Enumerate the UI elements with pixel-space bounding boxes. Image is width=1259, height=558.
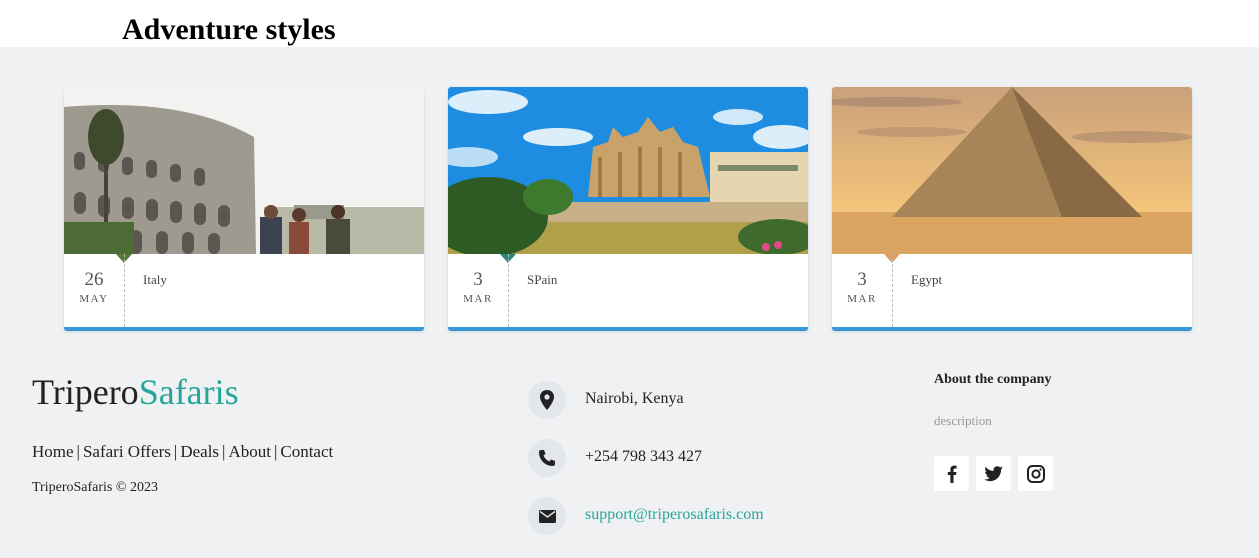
contact-address-text: Nairobi, Kenya [585,390,684,407]
colosseum-photo [64,87,424,254]
card-location: SPain [527,272,558,287]
footer-link-separator: | [173,442,178,461]
card-date-month: MAR [463,293,493,305]
copyright-text: TriperoSafaris © 2023 [32,480,158,495]
card-date-month: MAY [79,293,109,305]
brand-part1: Tripero [32,372,139,412]
adventure-card-spain[interactable]: 3 MAR SPain [448,87,808,331]
card-location: Italy [143,272,167,287]
adventure-card-egypt[interactable]: 3 MAR Egypt [832,87,1192,331]
twitter-icon[interactable] [976,456,1011,491]
card-date-day: 26 [84,269,104,290]
envelope-icon [528,497,566,535]
facebook-icon[interactable] [934,456,969,491]
card-date-day: 3 [473,269,483,290]
pyramid-photo [832,87,1192,254]
map-marker-icon [528,381,566,419]
about-company-heading: About the company [934,372,1052,387]
page-title: Adventure styles [122,13,336,46]
about-company-description: description [934,413,992,428]
footer-brand-logo[interactable]: TriperoSafaris [32,372,239,412]
footer-link-separator: | [222,442,226,461]
footer-link-separator: | [273,442,278,461]
footer-link-home[interactable]: Home [32,442,74,461]
card-date: 3 MAR [448,254,509,327]
card-date-day: 3 [857,269,867,290]
card-date: 3 MAR [832,254,893,327]
contact-phone-text: +254 798 343 427 [585,448,703,465]
adventure-card-italy[interactable]: 26 MAY Italy [64,87,424,331]
card-date: 26 MAY [64,254,125,327]
contact-email-link[interactable]: support@triperosafaris.com [585,506,764,524]
card-location: Egypt [911,272,943,287]
brand-part2: Safaris [138,372,239,412]
footer-nav: Home | Safari Offers | Deals | About | Contact [32,442,333,462]
footer-link-contact[interactable]: Contact [280,442,333,461]
instagram-icon[interactable] [1018,456,1053,491]
footer-link-separator: | [76,442,80,461]
footer-link-safari-offers[interactable]: Safari Offers [83,442,171,461]
card-date-month: MAR [847,293,877,305]
palma-cathedral-photo [448,87,808,254]
phone-icon [528,439,566,477]
footer-link-deals[interactable]: Deals [180,442,219,461]
footer-link-about[interactable]: About [228,442,271,461]
